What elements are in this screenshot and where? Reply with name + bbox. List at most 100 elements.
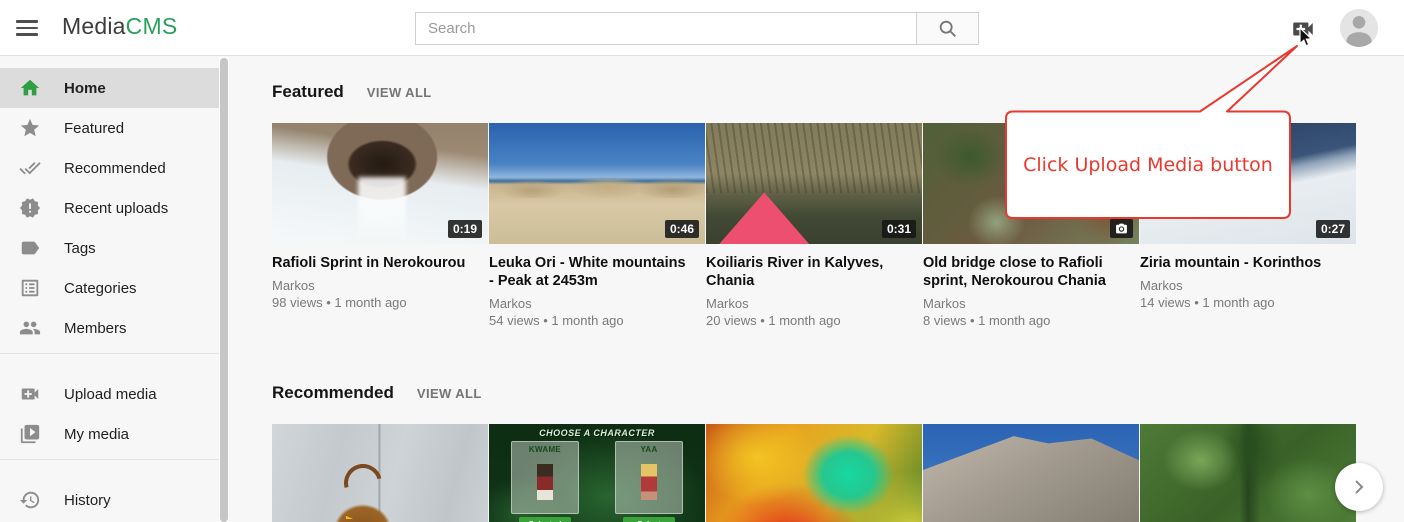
main-content: Featured VIEW ALL 0:19 Rafioli Sprint in… [229, 57, 1404, 522]
members-icon [18, 316, 42, 340]
person-icon [1340, 9, 1378, 47]
sidebar-item-recent-uploads[interactable]: Recent uploads [0, 188, 219, 228]
section-title: Recommended [272, 383, 394, 403]
image-meta: 8 views • 1 month ago [923, 313, 1139, 328]
video-card: 0:27 Ziria mountain - Korinthos Markos 1… [1140, 123, 1356, 328]
sidebar-item-label: History [64, 492, 111, 509]
sidebar-item-label: Featured [64, 120, 124, 137]
video-thumbnail[interactable] [272, 424, 488, 522]
video-thumbnail[interactable]: 0:27 [1140, 123, 1356, 244]
home-icon [18, 76, 42, 100]
video-title[interactable]: Koiliaris River in Kalyves, Chania [706, 254, 922, 290]
sidebar-item-tags[interactable]: Tags [0, 228, 219, 268]
video-card: 0:31 Koiliaris River in Kalyves, Chania … [706, 123, 922, 328]
search-button[interactable] [916, 12, 979, 45]
sidebar-item-categories[interactable]: Categories [0, 268, 219, 308]
sidebar-item-featured[interactable]: Featured [0, 108, 219, 148]
video-card [706, 424, 922, 522]
video-thumbnail[interactable]: 0:46 [489, 123, 705, 244]
game-character-sprite [641, 464, 657, 500]
video-library-icon [18, 422, 42, 446]
sidebar-item-members[interactable]: Members [0, 308, 219, 348]
sidebar-item-label: My media [64, 426, 129, 443]
hamburger-menu-icon[interactable] [16, 17, 40, 39]
section-title: Featured [272, 82, 344, 102]
video-card [923, 424, 1139, 522]
carousel-next-button[interactable] [1335, 463, 1383, 511]
logo-text-media: Media [62, 13, 126, 39]
sidebar-item-home[interactable]: Home [0, 68, 219, 108]
image-title[interactable]: Old bridge close to Rafioli sprint, Nero… [923, 254, 1139, 290]
sidebar-scrollbar-thumb[interactable] [220, 58, 228, 522]
sidebar-item-label: Recommended [64, 160, 166, 177]
featured-section: Featured VIEW ALL 0:19 Rafioli Sprint in… [272, 82, 1404, 328]
game-character-panel: YAA [615, 441, 683, 514]
image-card: Old bridge close to Rafioli sprint, Nero… [923, 123, 1139, 328]
video-card [272, 424, 488, 522]
search-input[interactable] [415, 12, 917, 45]
view-all-link[interactable]: VIEW ALL [417, 386, 482, 401]
video-title[interactable]: Ziria mountain - Korinthos [1140, 254, 1356, 272]
duration-badge: 0:19 [448, 220, 482, 238]
game-screen-heading: CHOOSE A CHARACTER [489, 428, 705, 438]
sidebar-item-label: Home [64, 80, 106, 97]
video-thumbnail[interactable] [923, 424, 1139, 522]
video-author[interactable]: Markos [1140, 278, 1356, 293]
sidebar-item-label: Upload media [64, 386, 157, 403]
video-meta: 54 views • 1 month ago [489, 313, 705, 328]
top-app-bar: MediaCMS [0, 0, 1404, 56]
upload-media-button[interactable] [1289, 15, 1317, 43]
next-arrow-icon [1347, 475, 1371, 499]
video-author[interactable]: Markos [489, 296, 705, 311]
sidebar-item-upload-media[interactable]: Upload media [0, 374, 219, 414]
search-bar [415, 12, 979, 45]
game-character-name: KWAME [512, 445, 578, 454]
video-thumbnail[interactable] [706, 424, 922, 522]
double-check-icon [18, 156, 42, 180]
game-character-sprite [537, 464, 553, 500]
star-icon [18, 116, 42, 140]
upload-media-icon [1290, 16, 1316, 42]
video-card: 0:46 Leuka Ori - White mountains - Peak … [489, 123, 705, 328]
sidebar-item-label: Recent uploads [64, 200, 168, 217]
video-thumbnail[interactable] [1140, 424, 1356, 522]
recommended-section: Recommended VIEW ALL CHOOSE A CHARACTER … [272, 383, 1404, 522]
video-meta: 20 views • 1 month ago [706, 313, 922, 328]
image-thumbnail[interactable] [923, 123, 1139, 244]
video-title[interactable]: Rafioli Sprint in Nerokourou [272, 254, 488, 272]
sidebar-item-recommended[interactable]: Recommended [0, 148, 219, 188]
categories-icon [18, 276, 42, 300]
sidebar-item-history[interactable]: History [0, 480, 219, 520]
user-avatar[interactable] [1340, 9, 1378, 47]
search-icon [937, 18, 959, 40]
sidebar-item-my-media[interactable]: My media [0, 414, 219, 454]
sidebar-navigation: Home Featured Recommended Recent uploads… [0, 57, 219, 522]
view-all-link[interactable]: VIEW ALL [367, 85, 432, 100]
game-character-panel: KWAME [511, 441, 579, 514]
video-meta: 98 views • 1 month ago [272, 295, 488, 310]
video-thumbnail[interactable]: CHOOSE A CHARACTER KWAME YAA Selected Se… [489, 424, 705, 522]
sidebar-item-label: Tags [64, 240, 96, 257]
sidebar-scrollbar [219, 57, 229, 522]
upload-media-icon [18, 382, 42, 406]
video-thumbnail[interactable]: 0:31 [706, 123, 922, 244]
video-card: CHOOSE A CHARACTER KWAME YAA Selected Se… [489, 424, 705, 522]
sidebar-item-label: Members [64, 320, 127, 337]
game-character-name: YAA [616, 445, 682, 454]
video-meta: 14 views • 1 month ago [1140, 295, 1356, 310]
video-thumbnail[interactable]: 0:19 [272, 123, 488, 244]
duration-badge: 0:46 [665, 220, 699, 238]
video-title[interactable]: Leuka Ori - White mountains - Peak at 24… [489, 254, 705, 290]
logo-text-cms: CMS [126, 13, 178, 39]
video-author[interactable]: Markos [706, 296, 922, 311]
image-author[interactable]: Markos [923, 296, 1139, 311]
camera-icon [1110, 219, 1133, 238]
video-card [1140, 424, 1356, 522]
video-author[interactable]: Markos [272, 278, 488, 293]
sidebar-item-label: Categories [64, 280, 137, 297]
history-icon [18, 488, 42, 512]
app-logo[interactable]: MediaCMS [62, 13, 177, 40]
game-select-button: Select [623, 517, 675, 522]
video-card: 0:19 Rafioli Sprint in Nerokourou Markos… [272, 123, 488, 328]
tag-icon [18, 236, 42, 260]
